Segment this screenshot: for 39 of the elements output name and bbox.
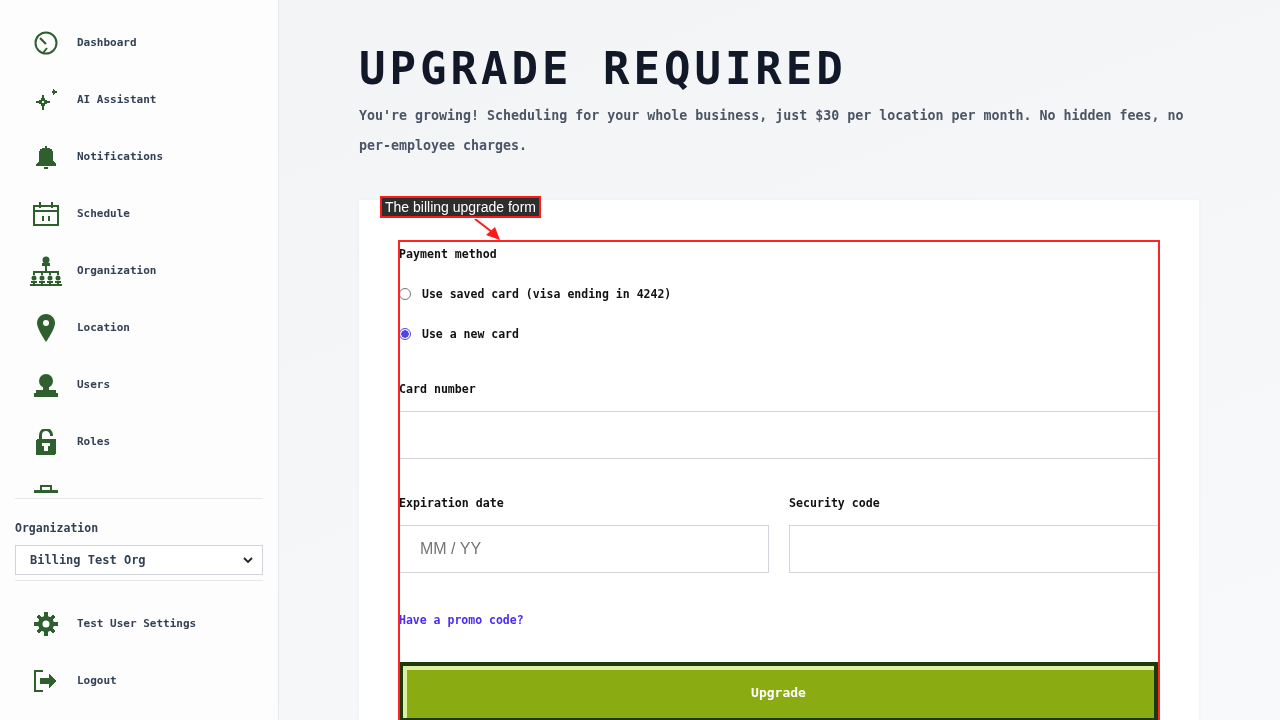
nav-item[interactable]: AI Assistant (15, 71, 163, 128)
nav-item[interactable]: Schedule (15, 185, 136, 242)
bell-icon (34, 144, 58, 169)
page-description: You're growing! Scheduling for your whole business, just $30 per location per month. No hidden fees, no per-employee charges. (359, 107, 1185, 155)
chevron-down-icon (243, 557, 253, 563)
gauge-icon (34, 30, 58, 55)
expiration-date-field[interactable]: MM / YY (399, 525, 769, 573)
field-label: Security code (789, 495, 880, 512)
nav-item[interactable]: Location (15, 299, 136, 356)
padlock-icon (36, 428, 56, 455)
logout-icon (34, 669, 58, 692)
nav-item[interactable]: Dashboard (15, 14, 143, 71)
nav-item[interactable]: Logout (15, 652, 123, 709)
user-icon (34, 372, 58, 397)
promo-code-link[interactable]: Have a promo code? (399, 607, 524, 633)
field-label: Card number (399, 381, 476, 398)
page-title: UPGRADE REQUIRED (359, 47, 847, 91)
map-pin-icon (36, 313, 56, 342)
nav-item[interactable]: Roles (15, 413, 117, 470)
calendar-icon (33, 201, 59, 226)
field-label: Payment method (399, 246, 497, 263)
security-code-field[interactable] (789, 525, 1159, 573)
radio-label[interactable]: Use saved card (visa ending in 4242) (422, 287, 672, 301)
nav-item[interactable]: Test User Settings (15, 595, 203, 652)
card-number-field[interactable] (399, 411, 1159, 459)
nav-item[interactable]: Notifications (15, 128, 170, 185)
field-label: Expiration date (399, 495, 504, 512)
radio-label[interactable]: Use a new card (422, 327, 519, 341)
partial-icon (34, 485, 58, 493)
arrow-icon (473, 219, 501, 240)
org-chart-icon (30, 255, 62, 286)
organization-select[interactable]: Billing Test Org (15, 545, 263, 575)
annotation-label: The billing upgrade form (380, 196, 541, 218)
field-label: Organization (15, 521, 99, 535)
sparkle-icon (33, 86, 59, 113)
radio-button[interactable] (399, 328, 411, 340)
radio-button[interactable] (399, 288, 411, 300)
nav-item[interactable]: Users (15, 356, 117, 413)
nav-item[interactable]: Organization (15, 242, 163, 299)
